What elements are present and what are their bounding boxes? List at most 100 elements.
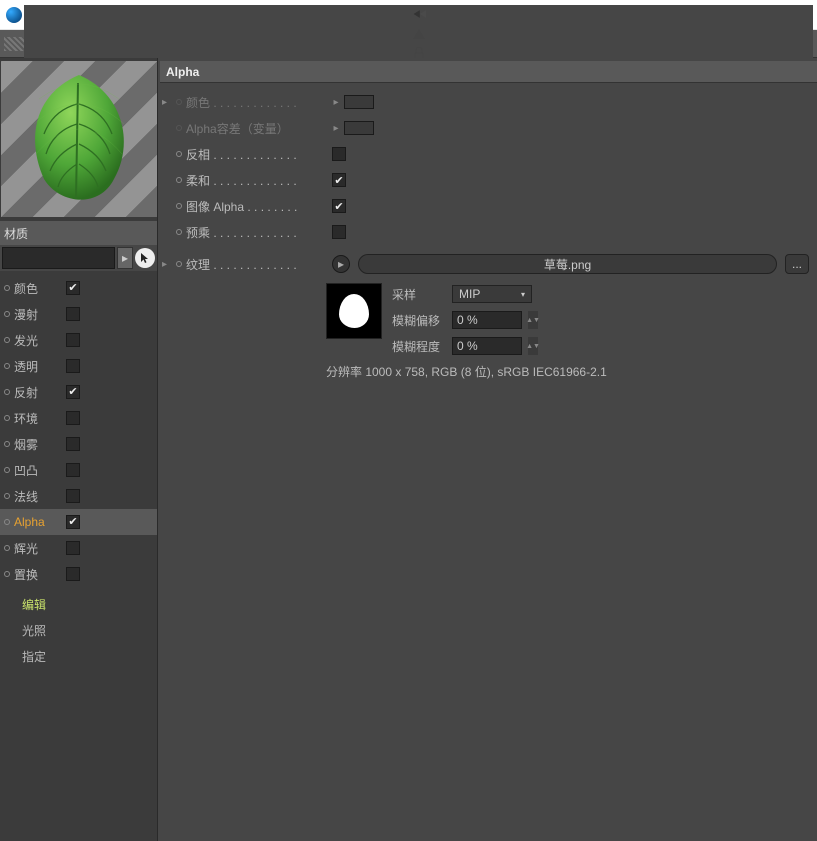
prop-premult-row: 预乘 . . . . . . . . . . . . .: [162, 219, 809, 245]
channel-checkbox[interactable]: [66, 333, 80, 347]
chevron-right-icon: ▸: [332, 97, 340, 108]
edit-row-1[interactable]: 光照: [0, 617, 157, 643]
anim-dot[interactable]: [4, 337, 10, 343]
channel-row-凹凸[interactable]: 凹凸: [0, 457, 157, 483]
chevron-right-icon: ▸: [332, 123, 340, 134]
channel-checkbox[interactable]: [66, 541, 80, 555]
anim-dot[interactable]: [4, 441, 10, 447]
threshold-swatch[interactable]: [344, 121, 374, 135]
channel-row-颜色[interactable]: 颜色 ✔: [0, 275, 157, 301]
channel-checkbox[interactable]: ✔: [66, 385, 80, 399]
channel-row-烟雾[interactable]: 烟雾: [0, 431, 157, 457]
channel-row-置换[interactable]: 置换: [0, 561, 157, 587]
channel-checkbox[interactable]: [66, 359, 80, 373]
channel-checkbox[interactable]: [66, 307, 80, 321]
anim-dot[interactable]: [4, 415, 10, 421]
channel-checkbox[interactable]: [66, 411, 80, 425]
anim-dot[interactable]: [4, 363, 10, 369]
imagealpha-checkbox[interactable]: ✔: [332, 199, 346, 213]
edit-label: 光照: [4, 622, 52, 639]
channel-row-辉光[interactable]: 辉光: [0, 535, 157, 561]
channel-row-漫射[interactable]: 漫射: [0, 301, 157, 327]
prop-threshold-label: Alpha容差（变量）: [186, 120, 328, 137]
anim-dot[interactable]: [4, 285, 10, 291]
alpha-blob-icon: [339, 294, 369, 328]
channel-row-环境[interactable]: 环境: [0, 405, 157, 431]
anim-dot[interactable]: [4, 545, 10, 551]
sampling-row: 采样 MIP ▾: [392, 283, 538, 305]
search-row: ▸: [0, 245, 157, 271]
edit-list: 编辑光照指定: [0, 591, 157, 673]
anim-dot[interactable]: [176, 151, 182, 157]
channel-row-发光[interactable]: 发光: [0, 327, 157, 353]
anim-dot[interactable]: [4, 311, 10, 317]
main-area: 材质 ▸ 颜色 ✔ 漫射发光透明反射 ✔ 环境烟雾凹凸法线 Alpha ✔ 辉光置换 编辑光照…: [0, 58, 817, 841]
soft-checkbox[interactable]: ✔: [332, 173, 346, 187]
sampling-dropdown[interactable]: MIP ▾: [452, 285, 532, 303]
texture-field[interactable]: 草莓.png: [358, 254, 777, 274]
search-dropdown-button[interactable]: ▸: [117, 247, 133, 269]
channel-checkbox[interactable]: [66, 437, 80, 451]
channel-row-反射[interactable]: 反射 ✔: [0, 379, 157, 405]
channel-label: 烟雾: [14, 436, 62, 453]
edit-label: 指定: [4, 648, 52, 665]
anim-dot[interactable]: [4, 519, 10, 525]
channel-label: Alpha: [14, 515, 62, 529]
channel-list: 颜色 ✔ 漫射发光透明反射 ✔ 环境烟雾凹凸法线 Alpha ✔ 辉光置换: [0, 271, 157, 591]
anim-dot[interactable]: [176, 99, 182, 105]
material-name[interactable]: 材质: [4, 225, 28, 242]
channel-row-法线[interactable]: 法线: [0, 483, 157, 509]
texture-thumbnail[interactable]: [326, 283, 382, 339]
section-header: Alpha: [160, 61, 817, 83]
channel-checkbox[interactable]: [66, 567, 80, 581]
channel-checkbox[interactable]: [66, 489, 80, 503]
section-title: Alpha: [166, 65, 199, 79]
chevron-down-icon: ▾: [521, 290, 525, 299]
channel-label: 凹凸: [14, 462, 62, 479]
channel-label: 辉光: [14, 540, 62, 557]
texture-browse-button[interactable]: ...: [785, 254, 809, 274]
material-preview[interactable]: [1, 61, 157, 217]
color-swatch[interactable]: [344, 95, 374, 109]
blurdegree-input[interactable]: 0 %: [452, 337, 522, 355]
anim-dot[interactable]: [4, 467, 10, 473]
channel-checkbox[interactable]: [66, 463, 80, 477]
channel-checkbox[interactable]: ✔: [66, 515, 80, 529]
texture-detail: 采样 MIP ▾ 模糊偏移 0 % ▲▼ 模糊程度 0 %: [162, 283, 809, 357]
resolution-info: 分辨率 1000 x 758, RGB (8 位), sRGB IEC61966…: [162, 363, 809, 380]
bluroffset-stepper[interactable]: ▲▼: [528, 311, 538, 329]
nav-back-icon[interactable]: [410, 5, 428, 23]
anim-dot[interactable]: [176, 229, 182, 235]
anim-dot[interactable]: [176, 261, 182, 267]
expand-icon[interactable]: ▸: [162, 259, 172, 270]
blurdegree-stepper[interactable]: ▲▼: [528, 337, 538, 355]
picker-button[interactable]: [135, 248, 155, 268]
channel-checkbox[interactable]: ✔: [66, 281, 80, 295]
blurdegree-row: 模糊程度 0 % ▲▼: [392, 335, 538, 357]
bluroffset-row: 模糊偏移 0 % ▲▼: [392, 309, 538, 331]
anim-dot[interactable]: [176, 125, 182, 131]
channel-label: 环境: [14, 410, 62, 427]
anim-dot[interactable]: [176, 203, 182, 209]
prop-invert-row: 反相 . . . . . . . . . . . . .: [162, 141, 809, 167]
invert-checkbox[interactable]: [332, 147, 346, 161]
anim-dot[interactable]: [4, 389, 10, 395]
texture-menu-button[interactable]: ▸: [332, 255, 350, 273]
edit-row-0[interactable]: 编辑: [0, 591, 157, 617]
anim-dot[interactable]: [4, 571, 10, 577]
expand-icon[interactable]: ▸: [162, 97, 172, 108]
channel-row-透明[interactable]: 透明: [0, 353, 157, 379]
toolbar-grip[interactable]: [4, 37, 24, 51]
bluroffset-input[interactable]: 0 %: [452, 311, 522, 329]
premult-checkbox[interactable]: [332, 225, 346, 239]
edit-row-2[interactable]: 指定: [0, 643, 157, 669]
channel-label: 颜色: [14, 280, 62, 297]
anim-dot[interactable]: [4, 493, 10, 499]
nav-up-icon[interactable]: [410, 25, 428, 43]
anim-dot[interactable]: [176, 177, 182, 183]
edit-label: 编辑: [4, 596, 52, 613]
channel-label: 反射: [14, 384, 62, 401]
channel-row-alpha[interactable]: Alpha ✔: [0, 509, 157, 535]
channel-label: 透明: [14, 358, 62, 375]
search-input[interactable]: [2, 247, 115, 269]
